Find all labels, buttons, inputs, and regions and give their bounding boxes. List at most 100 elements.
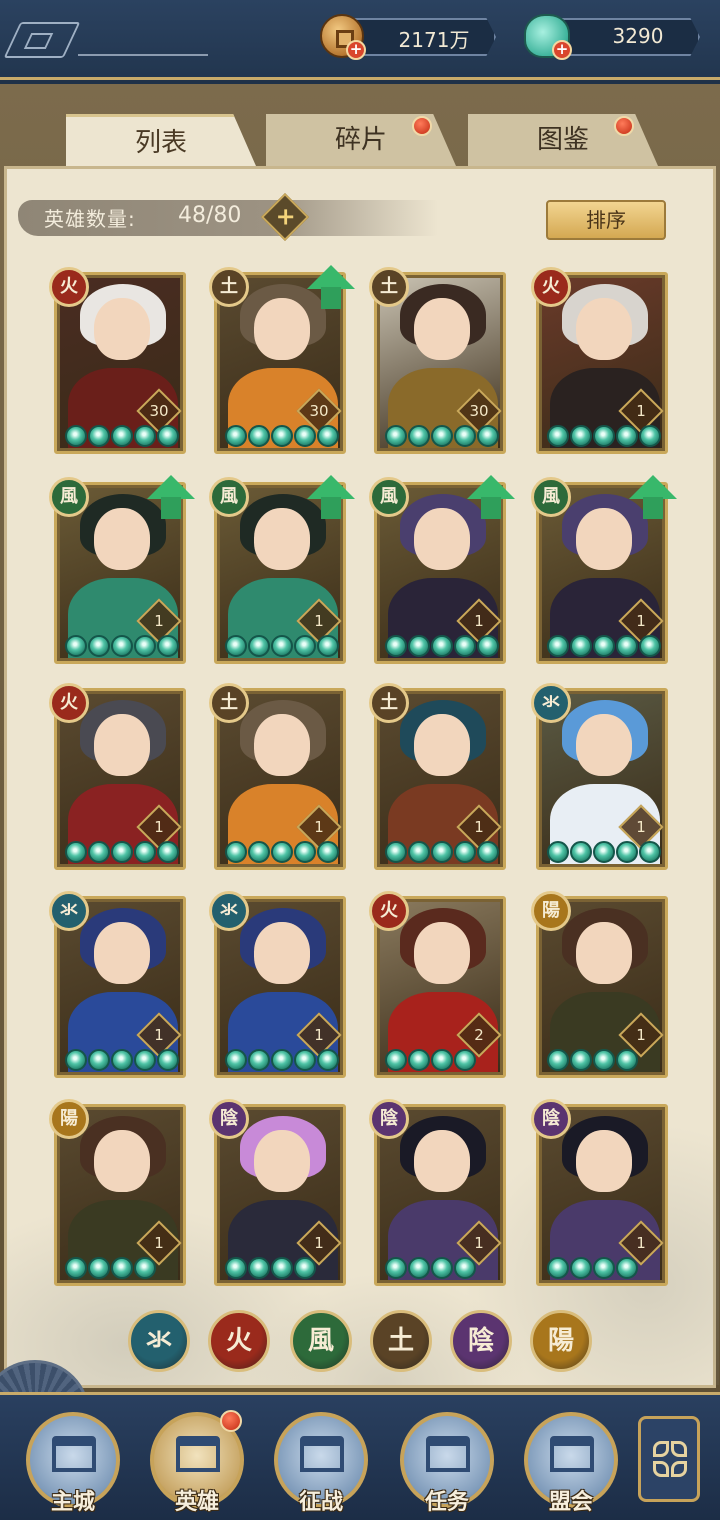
element-filter-button[interactable]: 陽 [530,1310,592,1372]
jade-star-icon [248,841,270,863]
element-badge: 土 [209,683,249,723]
hero-face [414,298,470,360]
hero-card[interactable]: 氺1 [209,891,346,1078]
add-coins-button[interactable]: + [346,40,366,60]
hero-card[interactable]: 風1 [531,475,677,664]
hero-level: 1 [636,818,646,836]
hero-card[interactable]: 土 30 [209,265,355,454]
jade-star-icon [477,425,499,447]
hero-level: 1 [474,818,484,836]
hero-card[interactable]: 土1 [209,683,346,870]
jade-star-icon [271,1257,293,1279]
jade-star-icon [570,841,592,863]
hero-card[interactable]: 陰1 [209,1099,346,1286]
element-badge: 氺 [49,891,89,931]
menu-icon[interactable] [3,22,81,58]
star-rating [385,425,499,449]
jade-star-icon [431,635,453,657]
upgrade-arrow-icon [307,475,355,519]
jade-star-icon [65,1049,87,1071]
jade-star-icon [454,1257,476,1279]
jade-star-icon [225,1049,247,1071]
upgrade-arrow-icon [629,475,677,519]
petal [671,1441,687,1457]
hero-card[interactable]: 風1 [49,475,195,664]
hero-face [414,508,470,570]
petal [653,1441,669,1457]
star-rating [65,1049,179,1073]
hero-level: 30 [309,402,329,420]
element-badge: 土 [209,267,249,307]
jade-star-icon [317,425,339,447]
element-badge: 火 [49,267,89,307]
hero-card[interactable]: 陰1 [369,1099,506,1286]
add-jade-button[interactable]: + [552,40,572,60]
jade-star-icon [639,425,661,447]
star-rating [547,425,661,449]
jade-star-icon [157,635,179,657]
hero-card[interactable]: 土 30 [369,267,506,454]
jade-star-icon [88,1049,110,1071]
hero-card[interactable]: 土1 [369,683,506,870]
divider [78,54,208,56]
hero-card[interactable]: 火 30 [49,267,186,454]
flower-menu-icon[interactable] [638,1416,700,1502]
upgrade-arrow-icon [147,475,195,519]
jade-star-icon [294,635,316,657]
hero-card[interactable]: 火2 [369,891,506,1078]
jade-star-icon [271,635,293,657]
petal [671,1461,687,1477]
jade-star-icon [547,841,569,863]
element-filter-button[interactable]: 土 [370,1310,432,1372]
tab-list[interactable]: 列表 [66,114,256,166]
jade-star-icon [317,635,339,657]
hero-face [576,508,632,570]
star-rating [225,841,339,865]
jade-star-icon [248,1049,270,1071]
jade-star-icon [271,1049,293,1071]
hero-card[interactable]: 陽1 [531,891,668,1078]
nav-label: 任务 [424,1490,469,1515]
sort-button[interactable]: 排序 [546,200,666,240]
jade-star-icon [88,1257,110,1279]
jade-star-icon [593,635,615,657]
star-rating [65,1257,156,1281]
hero-card[interactable]: 火1 [49,683,186,870]
star-rating [225,635,339,659]
jade-star-icon [88,841,110,863]
hero-level: 1 [154,1026,164,1044]
element-badge: 陽 [49,1099,89,1139]
hero-face [414,1130,470,1192]
hero-face [94,714,150,776]
hero-notification-dot [220,1410,242,1432]
hero-card[interactable]: 氺1 [49,891,186,1078]
element-filter-button[interactable]: 氺 [128,1310,190,1372]
hero-card[interactable]: 風1 [369,475,515,664]
jade-star-icon [157,841,179,863]
hero-card[interactable]: 陰1 [531,1099,668,1286]
jade-star-icon [477,841,499,863]
hero-card[interactable]: 風1 [209,475,355,664]
element-filter-button[interactable]: 陰 [450,1310,512,1372]
hero-card[interactable]: 陽1 [49,1099,186,1286]
element-filter-button[interactable]: 風 [290,1310,352,1372]
hero-face [254,508,310,570]
codex-notification-dot [614,116,634,136]
element-badge: 陰 [531,1099,571,1139]
element-badge: 風 [209,477,249,517]
jade-star-icon [593,1257,615,1279]
star-rating [547,1049,638,1073]
jade-star-icon [385,1257,407,1279]
coin-value: 2171万 [398,28,470,52]
jade-star-icon [570,1257,592,1279]
hero-card[interactable]: 氺1 [531,683,668,870]
hero-card[interactable]: 火1 [531,267,668,454]
star-rating [225,1049,339,1073]
jade-star-icon [408,425,430,447]
fragments-notification-dot [412,116,432,136]
jade-star-icon [616,1049,638,1071]
element-filter-button[interactable]: 火 [208,1310,270,1372]
jade-star-icon [570,425,592,447]
nav-symbol [52,1436,96,1472]
hero-count-label: 英雄数量: [44,207,136,231]
